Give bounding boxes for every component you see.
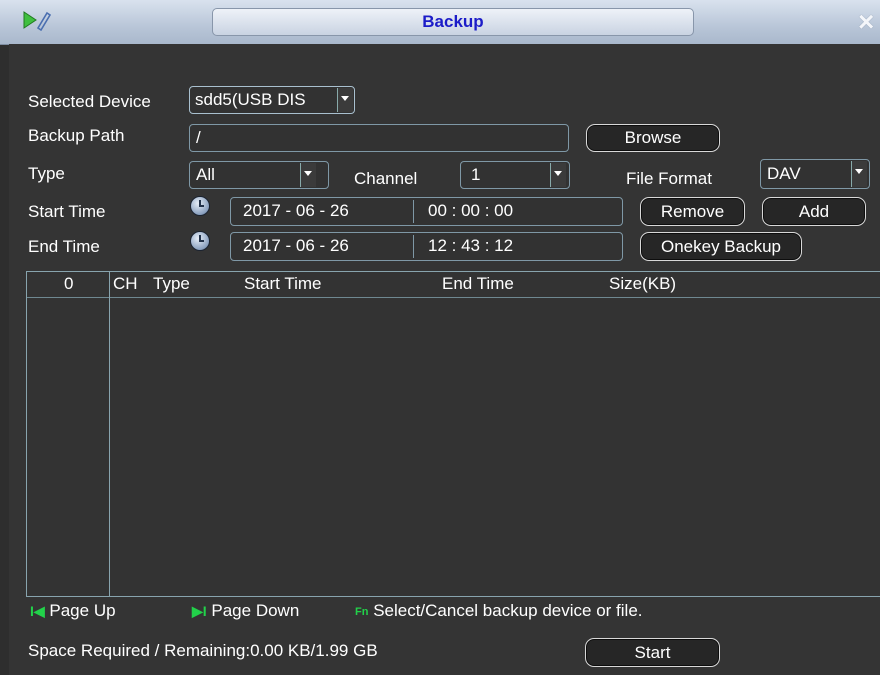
- type-select[interactable]: All: [189, 161, 329, 189]
- fn-key-icon: Fn: [355, 606, 369, 618]
- end-time-value: 12 : 43 : 12: [428, 236, 514, 255]
- title-bar: Backup ×: [0, 0, 880, 45]
- page-down-label: Page Down: [211, 601, 300, 620]
- end-time-input[interactable]: 2017 - 06 - 26 12 : 43 : 12: [230, 232, 623, 261]
- selected-device-select[interactable]: sdd5(USB DIS: [189, 86, 355, 114]
- space-status: Space Required / Remaining:0.00 KB/1.99 …: [28, 641, 378, 660]
- page-up-hint[interactable]: I◀ Page Up: [30, 601, 116, 621]
- clock-icon[interactable]: [190, 231, 210, 251]
- backup-file-table[interactable]: 0 CH Type Start Time End Time Size(KB): [26, 271, 880, 597]
- end-time-label: End Time: [28, 237, 100, 256]
- browse-button[interactable]: Browse: [586, 124, 720, 152]
- channel-select[interactable]: 1: [460, 161, 570, 189]
- clock-icon[interactable]: [190, 196, 210, 216]
- page-up-icon: I◀: [30, 603, 45, 619]
- selected-device-label: Selected Device: [28, 92, 151, 111]
- start-date-value: 2017 - 06 - 26: [243, 201, 349, 220]
- window-title: Backup: [212, 8, 694, 36]
- table-column-divider: [109, 272, 110, 596]
- column-header-start-time: Start Time: [244, 274, 322, 293]
- chevron-down-icon: [300, 163, 316, 187]
- file-format-value: DAV: [767, 164, 801, 183]
- backup-path-input[interactable]: /: [189, 124, 569, 152]
- column-header-size: Size(KB): [609, 274, 677, 293]
- backup-path-label: Backup Path: [28, 126, 125, 145]
- fn-hint: Fn Select/Cancel backup device or file.: [355, 601, 643, 621]
- chevron-down-icon: [337, 88, 353, 112]
- add-button[interactable]: Add: [762, 197, 866, 226]
- backup-path-value: /: [196, 128, 201, 147]
- end-date-value: 2017 - 06 - 26: [243, 236, 349, 255]
- onekey-backup-button[interactable]: Onekey Backup: [640, 232, 802, 261]
- page-down-icon: ▶I: [192, 603, 207, 619]
- column-header-type: Type: [153, 274, 190, 293]
- selected-device-value: sdd5(USB DIS: [195, 90, 306, 109]
- page-up-label: Page Up: [49, 601, 116, 620]
- type-value: All: [196, 165, 215, 184]
- remove-button[interactable]: Remove: [640, 197, 745, 226]
- file-format-select[interactable]: DAV: [760, 159, 870, 189]
- start-time-value: 00 : 00 : 00: [428, 201, 514, 220]
- start-button[interactable]: Start: [585, 638, 720, 667]
- column-header-end-time: End Time: [442, 274, 514, 293]
- channel-value: 1: [471, 165, 481, 184]
- fn-hint-label: Select/Cancel backup device or file.: [373, 601, 643, 620]
- start-time-input[interactable]: 2017 - 06 - 26 00 : 00 : 00: [230, 197, 623, 226]
- file-format-label: File Format: [626, 169, 712, 188]
- selected-count: 0: [64, 274, 74, 293]
- table-header-divider: [27, 297, 880, 298]
- page-down-hint[interactable]: ▶I Page Down: [192, 601, 299, 621]
- divider: [413, 200, 414, 223]
- divider: [413, 235, 414, 258]
- column-header-ch: CH: [113, 274, 138, 293]
- play-pencil-icon: [23, 11, 52, 31]
- chevron-down-icon: [851, 161, 867, 187]
- close-icon[interactable]: ×: [858, 8, 874, 36]
- chevron-down-icon: [550, 163, 566, 187]
- channel-label: Channel: [354, 169, 418, 188]
- start-time-label: Start Time: [28, 202, 106, 221]
- type-label: Type: [28, 164, 65, 183]
